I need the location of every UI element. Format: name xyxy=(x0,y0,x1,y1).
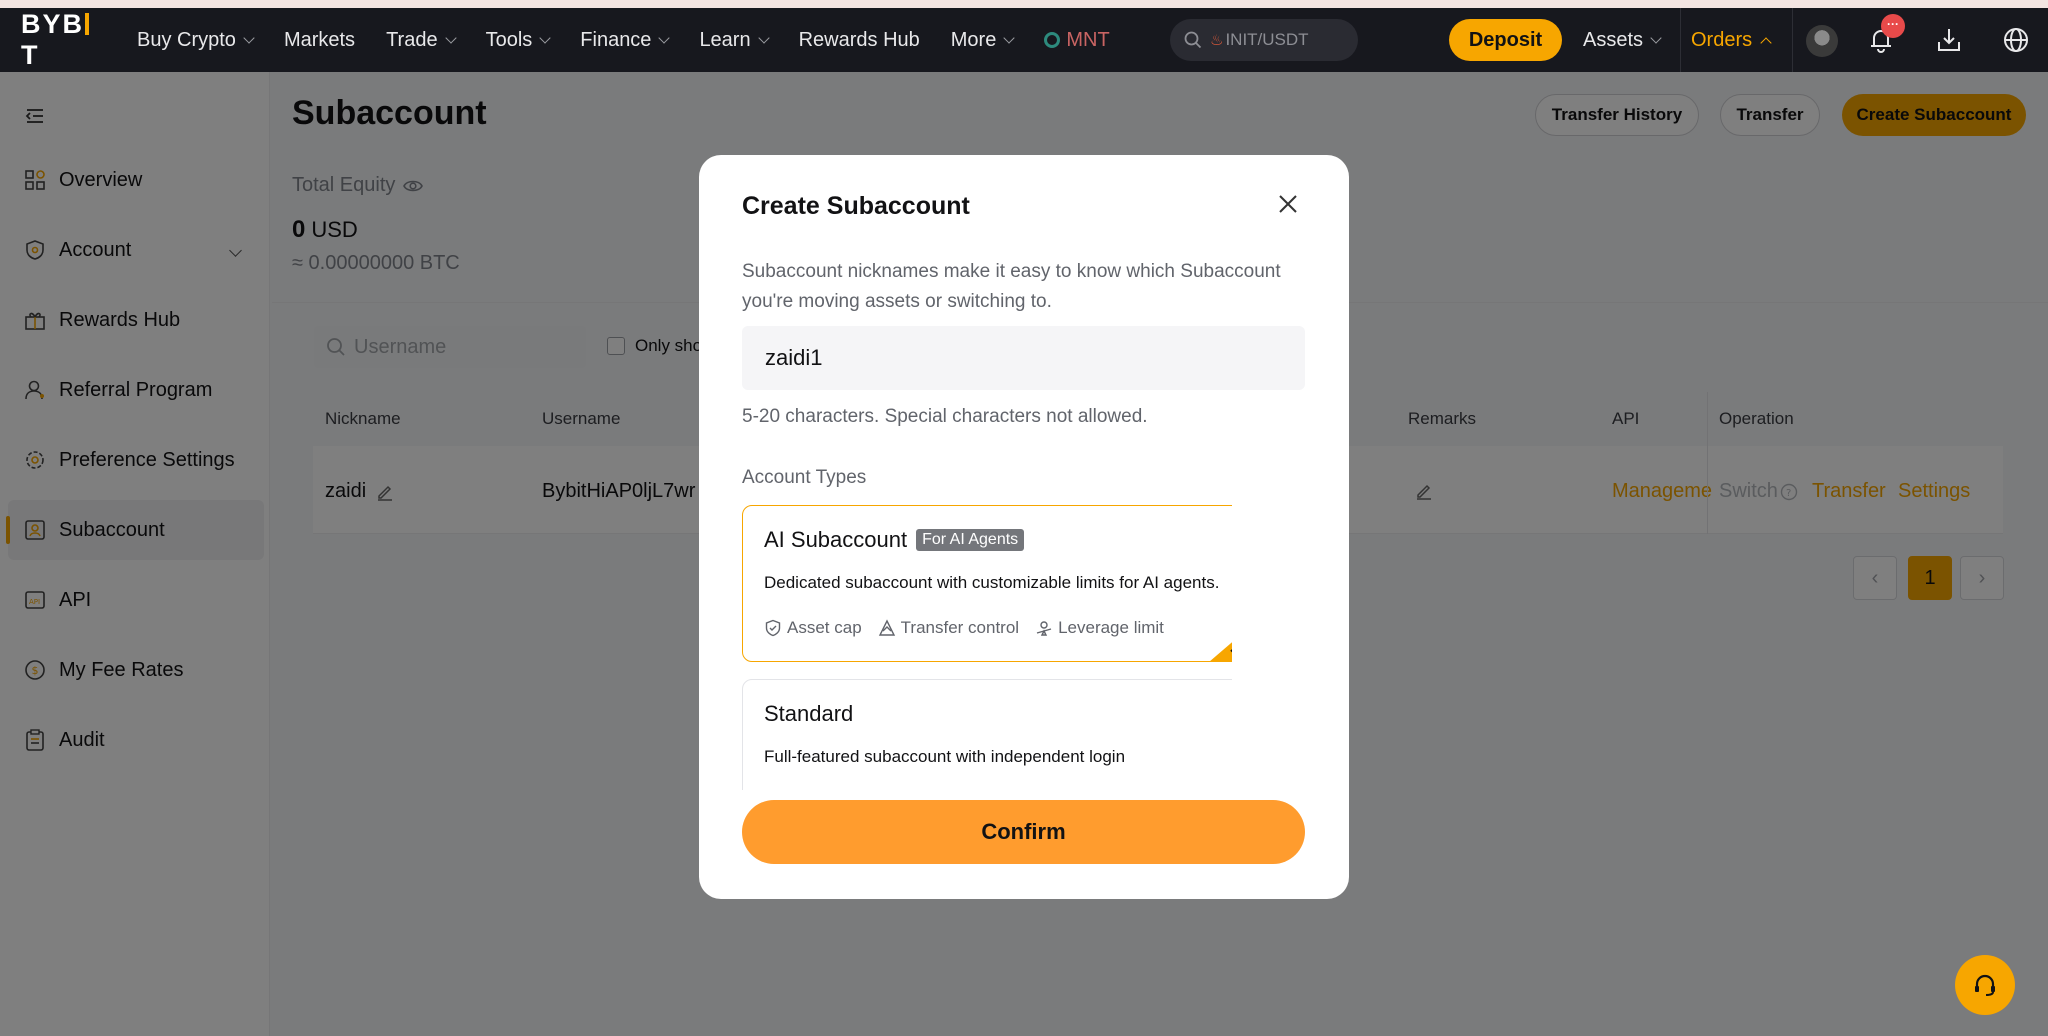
divider xyxy=(1680,8,1681,72)
account-types-label: Account Types xyxy=(742,467,867,488)
chevron-down-icon xyxy=(658,31,671,44)
nav-learn[interactable]: Learn xyxy=(699,29,770,52)
mnt-logo-icon xyxy=(1044,32,1061,48)
account-type-description: Dedicated subaccount with customizable l… xyxy=(764,573,1220,592)
nickname-hint: 5-20 characters. Special characters not … xyxy=(742,406,1148,427)
nav-more[interactable]: More xyxy=(951,29,1016,52)
deposit-button[interactable]: Deposit xyxy=(1449,19,1562,61)
top-search-input[interactable]: ♨ INIT/USDT xyxy=(1170,19,1358,61)
download-icon[interactable] xyxy=(1935,26,1963,54)
nav-trade[interactable]: Trade xyxy=(386,29,457,52)
chevron-down-icon xyxy=(1003,31,1016,44)
nav-mnt-promo[interactable]: MNT xyxy=(1044,29,1110,52)
close-icon[interactable] xyxy=(1277,193,1299,215)
chevron-down-icon xyxy=(444,31,457,44)
main-nav: Buy Crypto Markets Trade Tools Finance L… xyxy=(137,8,1110,72)
account-types-list[interactable]: AI Subaccount For AI Agents Dedicated su… xyxy=(742,505,1232,790)
headset-icon xyxy=(1975,974,1995,996)
create-subaccount-modal: Create Subaccount Subaccount nicknames m… xyxy=(699,155,1349,899)
nav-markets[interactable]: Markets xyxy=(284,29,355,52)
selected-check-icon xyxy=(1210,642,1232,661)
nav-rewards-hub[interactable]: Rewards Hub xyxy=(799,29,920,52)
top-navigation-bar: BYBT Buy Crypto Markets Trade Tools Fina… xyxy=(0,8,2048,72)
feature-leverage-limit: Leverage limit xyxy=(1035,618,1164,638)
nav-buy-crypto[interactable]: Buy Crypto xyxy=(137,29,255,52)
account-type-title: AI Subaccount For AI Agents xyxy=(764,527,1025,553)
feature-transfer-control: Transfer control xyxy=(878,618,1019,638)
support-chat-button[interactable] xyxy=(1955,955,2015,1015)
nav-assets[interactable]: Assets xyxy=(1583,8,1662,72)
chevron-down-icon xyxy=(243,31,255,44)
nav-orders[interactable]: Orders xyxy=(1691,8,1772,72)
feature-asset-cap: Asset cap xyxy=(764,618,862,638)
nav-finance[interactable]: Finance xyxy=(580,29,671,52)
chevron-down-icon xyxy=(539,31,551,44)
notification-badge: ··· xyxy=(1881,14,1905,38)
confirm-button[interactable]: Confirm xyxy=(742,800,1305,864)
bybit-logo[interactable]: BYBT xyxy=(21,9,101,71)
chevron-down-icon xyxy=(757,31,770,44)
transfer-control-icon xyxy=(878,619,895,636)
account-type-description: Full-featured subaccount with independen… xyxy=(764,747,1126,766)
fire-icon: ♨ xyxy=(1210,32,1224,49)
shield-check-icon xyxy=(765,619,781,637)
account-type-title: Standard xyxy=(764,701,854,726)
globe-icon[interactable] xyxy=(2002,26,2030,54)
divider xyxy=(1792,8,1793,72)
account-type-features: Asset cap Transfer control Leverage limi… xyxy=(764,618,1180,638)
account-type-standard[interactable]: Standard Full-featured subaccount with i… xyxy=(742,679,1232,790)
chevron-up-icon xyxy=(1760,37,1772,49)
search-icon xyxy=(1184,31,1202,49)
chevron-down-icon xyxy=(1650,31,1662,44)
nav-tools[interactable]: Tools xyxy=(486,29,551,52)
account-type-ai-subaccount[interactable]: AI Subaccount For AI Agents Dedicated su… xyxy=(742,505,1232,662)
for-ai-agents-tag: For AI Agents xyxy=(916,529,1025,551)
avatar[interactable] xyxy=(1806,25,1838,57)
leverage-icon xyxy=(1036,621,1052,636)
modal-title: Create Subaccount xyxy=(742,192,970,220)
browser-top-stripe xyxy=(0,0,2048,8)
modal-description: Subaccount nicknames make it easy to kno… xyxy=(742,261,1281,312)
nickname-input[interactable] xyxy=(742,326,1305,390)
